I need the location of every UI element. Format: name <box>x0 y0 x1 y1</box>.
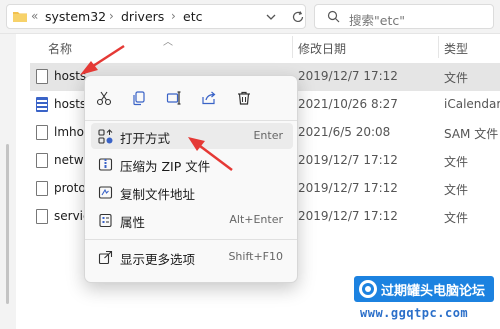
sort-ascending-icon: ︿ <box>163 37 173 48</box>
file-date: 2019/12/7 17:12 <box>298 209 398 223</box>
delete-icon <box>238 91 250 105</box>
breadcrumb-separator: › <box>109 9 114 23</box>
cut-icon <box>96 91 112 106</box>
menu-item-shortcut: Alt+Enter <box>229 213 283 226</box>
context-menu: 打开方式 Enter 压缩为 ZIP 文件 复制文件地址 属性 Alt+Ente… <box>84 75 298 283</box>
column-header-name[interactable]: 名称 <box>48 40 72 57</box>
column-divider[interactable] <box>292 36 293 58</box>
file-icon <box>36 125 48 140</box>
file-date: 2021/6/5 20:08 <box>298 125 391 139</box>
open-with-icon <box>97 128 113 144</box>
menu-item-more-options[interactable]: 显示更多选项 Shift+F10 <box>91 244 293 270</box>
copy-icon <box>133 91 145 106</box>
file-date: 2019/12/7 17:12 <box>298 181 398 195</box>
menu-item-label: 压缩为 ZIP 文件 <box>120 159 211 174</box>
breadcrumb-system32[interactable]: system32 <box>45 9 106 24</box>
file-date: 2021/10/26 8:27 <box>298 97 398 111</box>
menu-item-label: 打开方式 <box>120 131 171 146</box>
file-type: SAM 文件 <box>444 127 499 141</box>
cut-button[interactable] <box>93 87 115 109</box>
scrollbar[interactable] <box>6 144 9 304</box>
file-type: 文件 <box>444 155 469 169</box>
menu-divider <box>85 120 297 121</box>
file-type: 文件 <box>444 183 469 197</box>
menu-item-shortcut: Shift+F10 <box>228 250 283 263</box>
column-divider[interactable] <box>438 36 439 58</box>
file-name: lmho <box>54 125 84 139</box>
watermark-text: 过期罐头电脑论坛 <box>381 284 486 299</box>
address-bar: « system32 › drivers › etc 搜索"etc" <box>0 0 500 34</box>
delete-button[interactable] <box>233 87 255 109</box>
file-name: proto <box>54 181 86 195</box>
properties-icon <box>97 212 113 228</box>
search-icon <box>327 10 340 23</box>
folder-icon <box>13 12 27 22</box>
menu-divider <box>85 239 297 240</box>
watermark-logo: 过期罐头电脑论坛 <box>354 276 494 302</box>
file-icon <box>36 181 48 196</box>
watermark-url: www.ggqtpc.com <box>360 306 469 320</box>
breadcrumb-separator: › <box>171 9 176 23</box>
chevron-down-icon[interactable] <box>265 10 277 24</box>
file-date: 2019/12/7 17:12 <box>298 69 398 83</box>
file-icon <box>36 69 48 84</box>
navigation-pane <box>0 34 16 329</box>
rename-icon <box>166 91 181 105</box>
file-type: iCalendar F <box>444 97 500 111</box>
search-input[interactable]: 搜索"etc" <box>314 4 494 29</box>
rename-button[interactable] <box>163 87 185 109</box>
column-header-type[interactable]: 类型 <box>444 40 468 57</box>
share-icon <box>202 91 216 105</box>
menu-item-label: 显示更多选项 <box>120 252 196 267</box>
share-button[interactable] <box>198 87 220 109</box>
file-date: 2019/12/7 17:12 <box>298 153 398 167</box>
file-type: 文件 <box>444 71 469 85</box>
forum-logo-icon <box>359 280 377 298</box>
copy-path-icon <box>97 184 113 200</box>
file-name: netw <box>54 153 84 167</box>
breadcrumb-drivers[interactable]: drivers <box>121 9 164 24</box>
file-type: 文件 <box>444 211 469 225</box>
menu-item-compress-zip[interactable]: 压缩为 ZIP 文件 <box>91 151 293 177</box>
file-name: hosts <box>54 97 87 111</box>
refresh-icon[interactable] <box>291 10 305 24</box>
breadcrumb-overflow[interactable]: « <box>31 9 38 23</box>
file-icon <box>36 153 48 168</box>
column-header-modified[interactable]: 修改日期 <box>298 40 346 57</box>
menu-item-label: 属性 <box>120 215 146 230</box>
quick-action-bar <box>85 76 297 120</box>
menu-item-properties[interactable]: 属性 Alt+Enter <box>91 207 293 233</box>
file-icon <box>36 209 48 224</box>
breadcrumb[interactable]: « system32 › drivers › etc <box>6 4 306 29</box>
more-options-icon <box>97 249 113 265</box>
file-name: hosts <box>54 69 87 83</box>
menu-item-label: 复制文件地址 <box>120 187 196 202</box>
menu-item-open-with[interactable]: 打开方式 Enter <box>91 123 293 149</box>
search-placeholder: 搜索"etc" <box>349 13 405 28</box>
copy-button[interactable] <box>128 87 150 109</box>
breadcrumb-etc[interactable]: etc <box>183 9 202 24</box>
zip-icon <box>97 156 113 172</box>
calendar-file-icon <box>36 97 48 112</box>
menu-item-shortcut: Enter <box>253 129 283 142</box>
menu-item-copy-path[interactable]: 复制文件地址 <box>91 179 293 205</box>
